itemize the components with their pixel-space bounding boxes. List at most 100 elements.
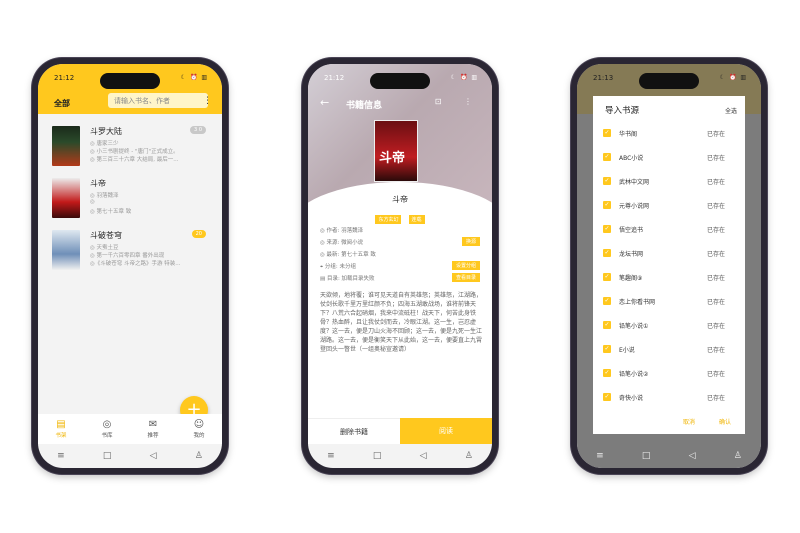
checkbox-checked-icon[interactable]: ✓ — [603, 321, 611, 329]
tab-recommend[interactable]: ✉ 推荐 — [147, 419, 158, 439]
book-item-douluo[interactable]: 斗罗大陆 ◎ 唐家三少 ◎ 小三书剧提终 - "唐门"正式成立。 ◎ 第三百三十… — [48, 126, 210, 172]
accessibility-icon[interactable]: ♙ — [195, 451, 203, 461]
tab-mine[interactable]: ☺ 我的 — [193, 419, 204, 439]
checkbox-checked-icon[interactable]: ✓ — [603, 201, 611, 209]
set-group-button[interactable]: 设置分组 — [451, 261, 480, 270]
book-progress: ◎ 小三书剧提终 - "唐门"正式成立。 — [90, 149, 179, 155]
source-status: 已存在 — [706, 395, 725, 402]
source-status: 已存在 — [706, 275, 725, 282]
checkbox-checked-icon[interactable]: ✓ — [603, 273, 611, 281]
cancel-button[interactable]: 取消 — [683, 417, 695, 426]
home-icon[interactable]: □ — [642, 451, 651, 461]
view-toc-button[interactable]: 查看目录 — [451, 273, 480, 282]
book-title: 斗帝 — [90, 179, 106, 188]
checkbox-checked-icon[interactable]: ✓ — [603, 129, 611, 137]
source-status: 已存在 — [706, 131, 725, 138]
source-status: 已存在 — [706, 299, 725, 306]
change-source-button[interactable]: 换源 — [461, 237, 480, 246]
tab-label: 推荐 — [147, 433, 159, 439]
info-source: ◎ 来源: 微阅小说 — [320, 240, 364, 246]
book-title: 斗罗大陆 — [90, 127, 122, 136]
book-item-doupo[interactable]: 斗破苍穹 ◎ 天蚕土豆 ◎ 第一千六百零四章 番外出现 ◎《斗破苍穹 斗帝之路》… — [48, 230, 210, 276]
source-row[interactable]: ✓ 悟空追书 已存在 — [601, 221, 737, 239]
checkbox-checked-icon[interactable]: ✓ — [603, 345, 611, 353]
confirm-button[interactable]: 确认 — [719, 417, 731, 426]
tab-label: 书架 — [55, 433, 67, 439]
source-row[interactable]: ✓ 铅笔小说① 已存在 — [601, 317, 737, 335]
tab-label: 我的 — [193, 433, 205, 439]
book-actions: 删除书籍 阅读 — [308, 418, 492, 444]
book-author: ◎ 羽落魏泽 — [90, 193, 119, 199]
system-nav-bar: ≡ □ ◁ ♙ — [308, 444, 492, 468]
book-name: 斗帝 — [392, 195, 408, 204]
header-actions[interactable]: ⊡ ⋮ — [435, 97, 482, 106]
group-filter[interactable]: 全部 — [54, 98, 70, 109]
source-status: 已存在 — [706, 179, 725, 186]
phone-bookshelf: 21:12 ☾ ⏰ ▥ 全部 请输入书名、作者 ⋮ 斗罗大陆 ◎ 唐家三少 ◎ … — [32, 58, 228, 474]
tab-bookshelf[interactable]: ▤ 书架 — [55, 419, 66, 439]
accessibility-icon[interactable]: ♙ — [465, 451, 473, 461]
back-arrow-icon[interactable]: ← — [320, 96, 329, 109]
screen-import-sources: 21:13 ☾ ⏰ ▥ 导入书源 全选 ✓ 华书阁 已存在 ✓ ABC小说 已存在 ✓ 武… — [577, 64, 761, 468]
system-nav-bar: ≡ □ ◁ ♙ — [577, 444, 761, 468]
book-latest: ◎ 第七十五章 致 — [90, 209, 132, 215]
source-row[interactable]: ✓ 武林中文网 已存在 — [601, 173, 737, 191]
book-latest: ◎ 第三百三十六章 大结局, 最后一... — [90, 157, 179, 163]
checkbox-checked-icon[interactable]: ✓ — [603, 297, 611, 305]
source-row[interactable]: ✓ ABC小说 已存在 — [601, 149, 737, 167]
status-time: 21:13 — [593, 74, 614, 82]
status-icons: ☾ ⏰ ▥ — [180, 74, 208, 81]
person-icon: ☺ — [193, 419, 205, 430]
checkbox-checked-icon[interactable]: ✓ — [603, 369, 611, 377]
menu-icon[interactable]: ≡ — [57, 451, 65, 461]
book-cover — [52, 126, 80, 166]
system-nav-bar: ≡ □ ◁ ♙ — [38, 444, 222, 468]
tab-library[interactable]: ◎ 书库 — [101, 419, 112, 439]
accessibility-icon[interactable]: ♙ — [734, 451, 742, 461]
source-status: 已存在 — [706, 203, 725, 210]
bookshelf-icon: ▤ — [56, 419, 66, 430]
info-group: ⌖ 分组: 未分组 — [320, 264, 356, 270]
back-icon[interactable]: ◁ — [150, 451, 157, 461]
source-name: 悟空追书 — [619, 227, 644, 234]
menu-icon[interactable]: ≡ — [596, 451, 604, 461]
back-icon[interactable]: ◁ — [689, 451, 696, 461]
compass-icon: ◎ — [102, 419, 112, 430]
menu-icon[interactable]: ≡ — [327, 451, 335, 461]
source-row[interactable]: ✓ 恋上你看书网 已存在 — [601, 293, 737, 311]
source-name: 奇快小说 — [619, 395, 644, 402]
book-intro: 天欲倾，地将覆；谁可见天道自有英雄怒；英雄怒，江湖路，仗剑长歌千里万里红颜不负；… — [320, 292, 483, 353]
source-name: 铅笔小说① — [619, 323, 649, 330]
checkbox-checked-icon[interactable]: ✓ — [603, 249, 611, 257]
source-row[interactable]: ✓ 龙坛书网 已存在 — [601, 245, 737, 263]
source-row[interactable]: ✓ 铅笔小说② 已存在 — [601, 365, 737, 383]
home-icon[interactable]: □ — [103, 451, 112, 461]
search-input[interactable]: 请输入书名、作者 — [108, 93, 208, 108]
source-row[interactable]: ✓ E小说 已存在 — [601, 341, 737, 359]
book-cover: 斗帝 — [374, 120, 418, 182]
checkbox-checked-icon[interactable]: ✓ — [603, 225, 611, 233]
select-all-button[interactable]: 全选 — [725, 106, 737, 115]
checkbox-checked-icon[interactable]: ✓ — [603, 177, 611, 185]
source-row[interactable]: ✓ 华书阁 已存在 — [601, 125, 737, 143]
dynamic-island — [370, 73, 430, 89]
source-name: 恋上你看书网 — [619, 299, 656, 306]
status-time: 21:12 — [324, 74, 345, 82]
source-row[interactable]: ✓ 元尊小说网 已存在 — [601, 197, 737, 215]
home-icon[interactable]: □ — [373, 451, 382, 461]
checkbox-checked-icon[interactable]: ✓ — [603, 153, 611, 161]
cover-title: 斗帝 — [379, 151, 406, 166]
source-name: 华书阁 — [619, 131, 638, 138]
source-row[interactable]: ✓ 笔趣阁⑨ 已存在 — [601, 269, 737, 287]
back-icon[interactable]: ◁ — [420, 451, 427, 461]
dialog-title: 导入书源 — [605, 106, 640, 116]
more-icon[interactable]: ⋮ — [203, 96, 212, 106]
checkbox-checked-icon[interactable]: ✓ — [603, 393, 611, 401]
status-time: 21:12 — [54, 74, 75, 82]
delete-book-button[interactable]: 删除书籍 — [308, 418, 400, 444]
book-item-doudi[interactable]: 斗帝 ◎ 羽落魏泽 ◎ ◎ 第七十五章 致 — [48, 178, 210, 224]
source-status: 已存在 — [706, 347, 725, 354]
read-button[interactable]: 阅读 — [400, 418, 492, 444]
phone-import-sources: 21:13 ☾ ⏰ ▥ 导入书源 全选 ✓ 华书阁 已存在 ✓ ABC小说 已存在 ✓ 武… — [571, 58, 767, 474]
source-row[interactable]: ✓ 奇快小说 已存在 — [601, 389, 737, 407]
